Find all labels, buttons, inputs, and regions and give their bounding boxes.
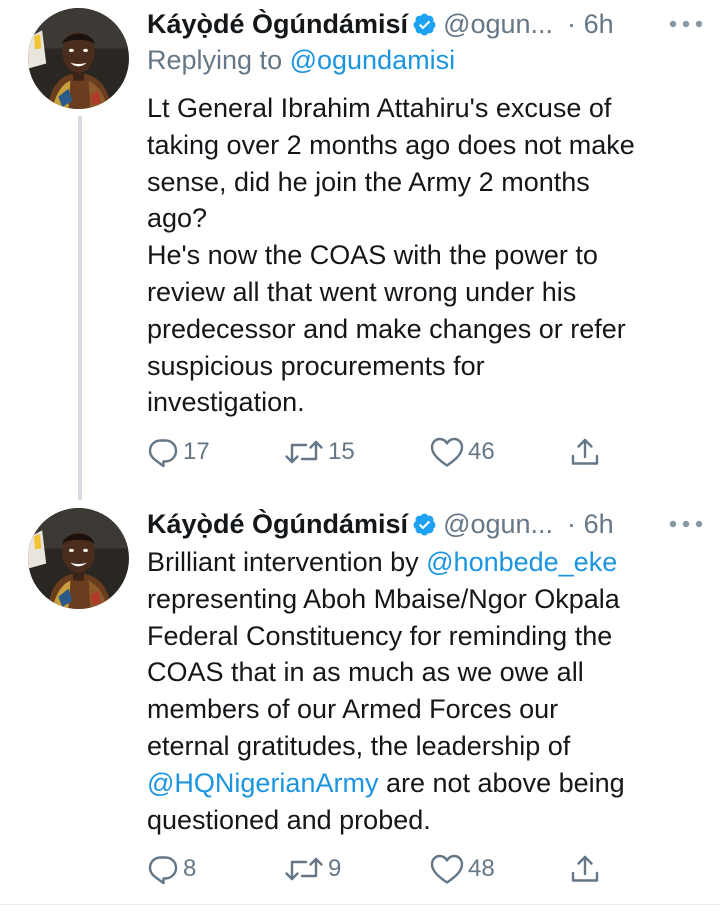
tweet-text-line: suspicious procurements for <box>147 350 485 381</box>
like-heart-icon <box>430 436 464 468</box>
like-count: 48 <box>468 855 495 882</box>
tweet-text-line: sense, did he join the Army 2 months <box>147 166 590 197</box>
tweet-actions: 17 15 46 <box>147 432 667 472</box>
reply-mention-link[interactable]: @ogundamisi <box>290 45 456 75</box>
verified-badge-icon <box>412 512 437 537</box>
user-handle[interactable]: @ogun... <box>443 9 553 39</box>
timestamp[interactable]: 6h <box>584 9 614 39</box>
avatar-photo <box>28 508 129 609</box>
replying-to: Replying to @ogundamisi <box>147 42 455 78</box>
tweet-text-line: predecessor and make changes or refer <box>147 313 626 344</box>
display-name[interactable]: Káyọ̀dé Ògúndámisí <box>147 509 408 539</box>
tweet-actions: 8 9 48 <box>147 849 667 889</box>
tweet-text-line: Federal Constituency for reminding the <box>147 620 613 651</box>
like-button[interactable]: 48 <box>430 849 495 889</box>
tweet-text-line: questioned and probed. <box>147 804 431 835</box>
tweet-text-line: investigation. <box>147 387 305 418</box>
user-handle[interactable]: @ogun... <box>443 509 553 539</box>
like-count: 46 <box>468 438 495 465</box>
share-button[interactable] <box>569 432 601 472</box>
avatar[interactable] <box>28 8 129 109</box>
display-name[interactable]: Káyọ̀dé Ògúndámisí <box>147 9 408 39</box>
tweet-header: Káyọ̀dé Ògúndámisí @ogun... · 6h <box>147 505 704 543</box>
reply-count: 8 <box>183 855 197 882</box>
thread-line <box>78 116 82 500</box>
reply-button[interactable]: 17 <box>147 432 210 472</box>
mention-link[interactable]: @HQNigerianArmy <box>147 768 378 798</box>
verified-badge-icon <box>412 12 437 37</box>
replying-to-label: Replying to <box>147 45 290 75</box>
retweet-count: 15 <box>328 438 355 465</box>
like-heart-icon <box>430 853 464 885</box>
retweet-icon <box>284 436 324 468</box>
more-dots-icon[interactable] <box>668 19 704 29</box>
share-icon <box>569 436 601 468</box>
tweet-text-line: taking over 2 months ago does not make <box>147 129 635 160</box>
separator: · <box>567 509 577 539</box>
avatar[interactable] <box>28 508 129 609</box>
tweet-text-line: members of our Armed Forces our <box>147 694 559 725</box>
tweet-text-line: review all that went wrong under his <box>147 276 577 307</box>
tweet-text-segment: are not above being <box>378 767 625 798</box>
tweet[interactable]: Káyọ̀dé Ògúndámisí @ogun... · 6h Replying … <box>0 0 720 500</box>
retweet-icon <box>284 853 324 885</box>
tweet-text-line: eternal gratitudes, the leadership of <box>147 730 571 761</box>
timestamp[interactable]: 6h <box>584 509 614 539</box>
more-dots-icon[interactable] <box>668 519 704 529</box>
avatar-photo <box>28 8 129 109</box>
separator: · <box>567 9 577 39</box>
retweet-button[interactable]: 9 <box>284 849 341 889</box>
tweet-text-line: Lt General Ibrahim Attahiru's excuse of <box>147 93 612 123</box>
tweet-text: Lt General Ibrahim Attahiru's excuse of … <box>147 90 707 421</box>
tweet-text-line: representing Aboh Mbaise/Ngor Okpala <box>147 583 620 614</box>
reply-icon <box>147 436 179 468</box>
tweet-text-line: ago? <box>147 203 208 234</box>
tweet-text-line: @HQNigerianArmy are not above being <box>147 765 707 802</box>
tweet-text-line: Brilliant intervention by @honbede_eke <box>147 544 707 581</box>
tweet-text-line: He's now the COAS with the power to <box>147 240 598 271</box>
tweet-header: Káyọ̀dé Ògúndámisí @ogun... · 6h <box>147 5 704 43</box>
tweet-text: Brilliant intervention by @honbede_eke r… <box>147 544 707 838</box>
tweet[interactable]: Káyọ̀dé Ògúndámisí @ogun... · 6h Brilliant… <box>0 500 720 905</box>
share-icon <box>569 853 601 885</box>
reply-button[interactable]: 8 <box>147 849 196 889</box>
tweet-text-line: COAS that in as much as we owe all <box>147 657 584 688</box>
retweet-button[interactable]: 15 <box>284 432 355 472</box>
share-button[interactable] <box>569 849 601 889</box>
like-button[interactable]: 46 <box>430 432 495 472</box>
reply-icon <box>147 853 179 885</box>
retweet-count: 9 <box>328 855 342 882</box>
mention-link[interactable]: @honbede_eke <box>426 547 617 577</box>
reply-count: 17 <box>183 438 210 465</box>
tweet-text-segment: Brilliant intervention by <box>147 547 427 577</box>
tweet-divider <box>0 904 720 905</box>
